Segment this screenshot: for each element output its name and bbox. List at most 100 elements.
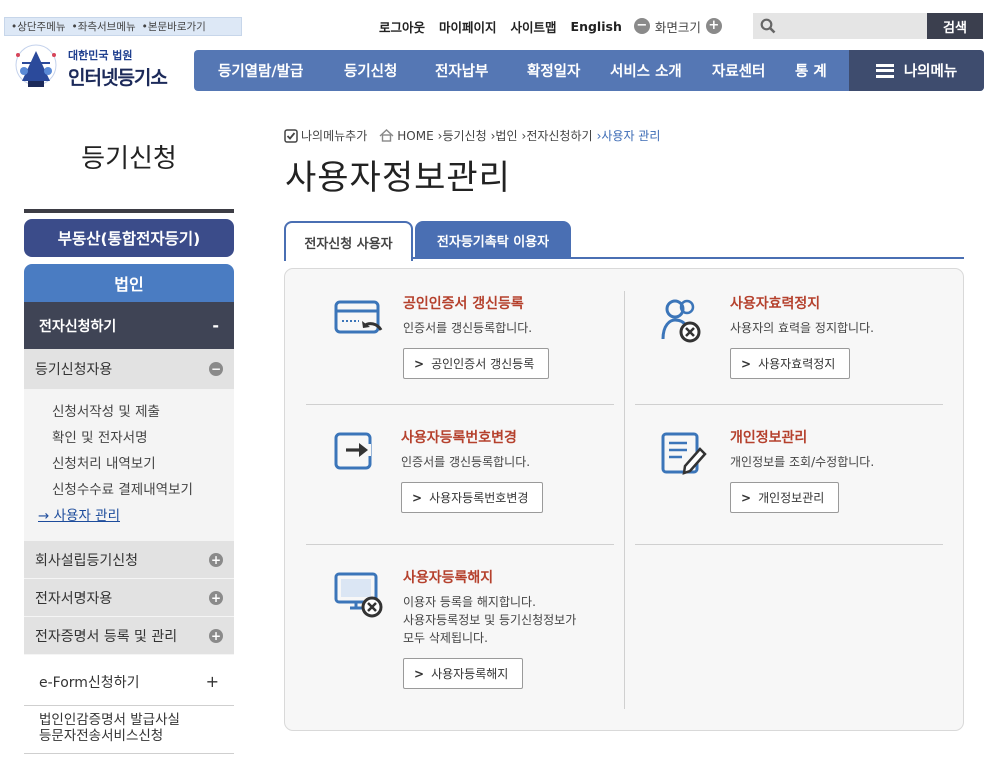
zoom-control: − 화면크기 + [633, 17, 722, 36]
breadcrumb-e-application[interactable]: ›전자신청하기 [522, 127, 593, 144]
home-icon [379, 129, 394, 142]
lnb-seal-sms-service[interactable]: 법인인감증명서 발급사실 등문자전송서비스신청 [24, 706, 234, 754]
lnb-eform[interactable]: e-Form신청하기 + [24, 658, 234, 706]
chevron-right-icon: > [412, 490, 423, 505]
card-user-cancel-title: 사용자등록해지 [403, 570, 494, 586]
lnb-divider [24, 209, 234, 213]
card-id-change-title: 사용자등록번호변경 [401, 430, 517, 446]
card-personal-info-title: 개인정보관리 [730, 430, 808, 446]
search-icon [760, 18, 776, 34]
lnb-eform-label: e-Form신청하기 [39, 674, 140, 691]
panel-vertical-divider [624, 291, 625, 709]
lnb-e-application[interactable]: 전자신청하기 - [24, 302, 234, 349]
lnb-e-certificate-label: 전자증명서 등록 및 관리 [35, 628, 178, 645]
monitor-cancel-icon [334, 572, 383, 618]
lnb-e-signer[interactable]: 전자서명자용 + [24, 579, 234, 617]
breadcrumb-home-label: HOME [397, 128, 434, 143]
gnb-item-service-intro[interactable]: 서비스 소개 [610, 60, 682, 81]
lnb-e-certificate[interactable]: 전자증명서 등록 및 관리 + [24, 617, 234, 655]
personal-info-button-label: 개인정보관리 [758, 491, 825, 505]
skip-link-top-menu[interactable]: •상단주메뉴 [11, 19, 66, 34]
site-logo[interactable]: 대한민국 법원 인터넷등기소 [8, 40, 178, 96]
lnb-sub-write-submit[interactable]: 신청서작성 및 제출 [24, 399, 234, 425]
search-box [753, 13, 927, 39]
lnb-sub-fee-history[interactable]: 신청수수료 결제내역보기 [24, 477, 234, 503]
tab-e-applicant[interactable]: 전자신청 사용자 [284, 221, 413, 261]
tab-e-entrustment[interactable]: 전자등기촉탁 이용자 [415, 221, 571, 259]
logout-link[interactable]: 로그아웃 [379, 17, 425, 36]
minus-circle-icon: − [209, 362, 223, 376]
panel-divider [635, 544, 943, 545]
card-user-cancel-desc-3: 모두 삭제됩니다. [403, 631, 488, 645]
chevron-right-icon: > [414, 666, 425, 681]
hamburger-icon [875, 63, 894, 78]
gnb-item-statistics[interactable]: 통 계 [795, 60, 827, 81]
sitemap-link[interactable]: 사이트맵 [511, 17, 557, 36]
chevron-right-icon: > [741, 356, 752, 371]
logo-line1: 대한민국 법원 [68, 48, 133, 62]
card-cert-renew-title: 공인인증서 갱신등록 [403, 296, 524, 312]
breadcrumb-user-management[interactable]: ›사용자 관리 [597, 127, 661, 144]
gnb-item-view-issue[interactable]: 등기열람/발급 [218, 60, 303, 81]
lnb-sublist: 신청서작성 및 제출 확인 및 전자서명 신청처리 내역보기 신청수수료 결제내… [24, 389, 234, 541]
lnb-corporation-button[interactable]: 법인 [24, 264, 234, 302]
global-nav: 등기열람/발급 등기신청 전자납부 확정일자 서비스 소개 자료센터 통 계 나… [194, 50, 984, 91]
id-change-button[interactable]: > 사용자등록번호변경 [401, 482, 544, 513]
user-suspend-button-label: 사용자효력정지 [758, 357, 836, 371]
my-menu-button[interactable]: 나의메뉴 [849, 50, 984, 91]
plus-circle-icon: + [209, 628, 223, 643]
lnb-realestate-button[interactable]: 부동산(통합전자등기) [24, 219, 234, 257]
card-user-cancel-desc-2: 사용자등록정보 및 등기신청정보가 [403, 613, 577, 627]
lnb-sub-history[interactable]: 신청처리 내역보기 [24, 451, 234, 477]
card-cert-renew-desc: 인증서를 갱신등록합니다. [403, 321, 533, 335]
lnb-sub-confirm-sign[interactable]: 확인 및 전자서명 [24, 425, 234, 451]
english-link[interactable]: English [571, 19, 622, 34]
user-suspend-icon [661, 299, 701, 343]
zoom-label: 화면크기 [654, 19, 701, 35]
gnb-item-payment[interactable]: 전자납부 [435, 60, 488, 81]
lnb-seal-sms-line1: 법인인감증명서 발급사실 [39, 712, 180, 728]
search-button[interactable]: 검색 [927, 13, 983, 39]
zoom-out-button[interactable]: − [633, 18, 650, 34]
search-input[interactable] [753, 13, 927, 39]
panel-divider [306, 404, 614, 405]
gnb-item-fixed-date[interactable]: 확정일자 [527, 60, 580, 81]
add-my-menu-button[interactable]: 나의메뉴추가 [284, 127, 367, 144]
lnb-seal-sms-line2: 등문자전송서비스신청 [39, 728, 164, 744]
card-user-cancel-desc-1: 이용자 등록을 해지합니다. [403, 595, 536, 609]
plus-circle-icon: + [209, 590, 223, 605]
chevron-right-icon: > [414, 356, 425, 371]
search-bar: 검색 [753, 13, 983, 39]
breadcrumb-home[interactable]: HOME [379, 128, 434, 143]
card-id-change-desc: 인증서를 갱신등록합니다. [401, 455, 531, 469]
court-emblem-icon [15, 44, 57, 87]
lnb-company-setup[interactable]: 회사설립등기신청 + [24, 541, 234, 579]
lnb-applicant[interactable]: 등기신청자용 − [24, 349, 234, 389]
cert-renew-button[interactable]: > 공인인증서 갱신등록 [403, 348, 550, 379]
breadcrumb-corporation[interactable]: ›법인 [491, 127, 518, 144]
mypage-link[interactable]: 마이페이지 [439, 17, 497, 36]
lnb-e-signer-label: 전자서명자용 [35, 590, 113, 607]
breadcrumb-application[interactable]: ›등기신청 [438, 127, 487, 144]
lnb-e-application-label: 전자신청하기 [39, 318, 117, 335]
expand-icon: + [205, 672, 219, 691]
personal-info-button[interactable]: > 개인정보관리 [730, 482, 840, 513]
document-edit-icon [661, 432, 707, 475]
skip-link-left-menu[interactable]: •좌측서브메뉴 [72, 19, 136, 34]
gnb-item-data-center[interactable]: 자료센터 [712, 60, 765, 81]
user-cancel-button[interactable]: > 사용자등록해지 [403, 658, 524, 689]
lnb-company-setup-label: 회사설립등기신청 [35, 552, 139, 569]
skip-links: •상단주메뉴 •좌측서브메뉴 •본문바로가기 [4, 17, 242, 36]
lnb-applicant-label: 등기신청자용 [35, 362, 113, 378]
checkbox-icon [284, 128, 298, 143]
gnb-item-application[interactable]: 등기신청 [344, 60, 397, 81]
lnb-sub-user-management[interactable]: → 사용자 관리 [24, 503, 234, 529]
cert-renew-button-label: 공인인증서 갱신등록 [431, 357, 535, 371]
page-title: 사용자정보관리 [285, 158, 511, 198]
zoom-in-button[interactable]: + [705, 18, 722, 34]
id-change-icon [334, 432, 372, 470]
card-personal-info-desc: 개인정보를 조회/수정합니다. [730, 455, 875, 469]
plus-circle-icon: + [209, 552, 223, 567]
skip-link-content[interactable]: •본문바로가기 [142, 19, 206, 34]
user-suspend-button[interactable]: > 사용자효력정지 [730, 348, 851, 379]
